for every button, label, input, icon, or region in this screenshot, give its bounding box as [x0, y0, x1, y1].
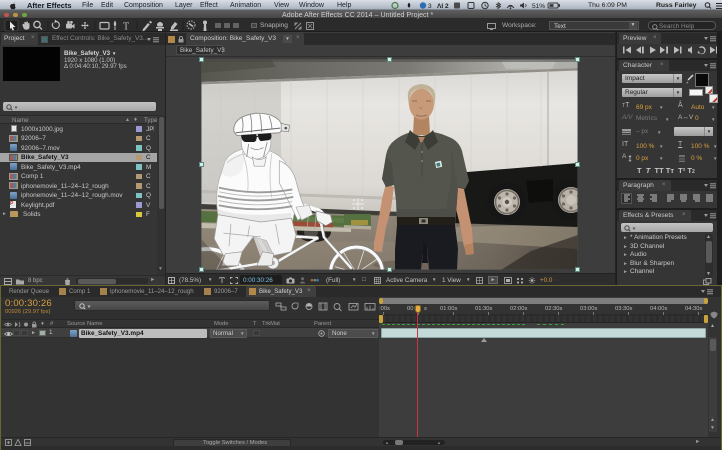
svg-text:51%: 51%: [532, 3, 545, 10]
svg-text:3: 3: [428, 3, 432, 10]
svg-text:ΛΙ 2: ΛΙ 2: [437, 3, 449, 10]
svg-text:T: T: [123, 22, 129, 33]
